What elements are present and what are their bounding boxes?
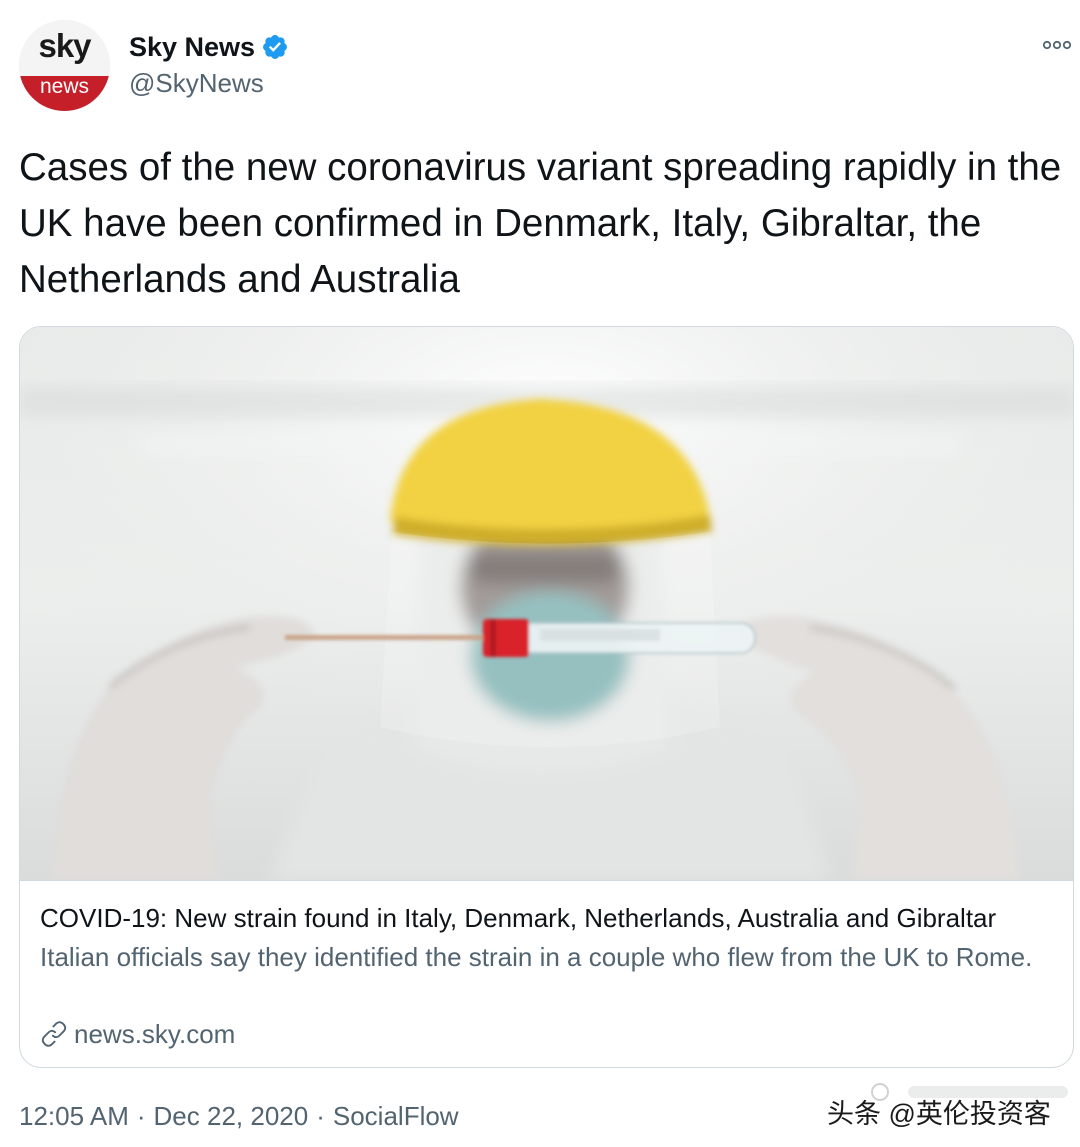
tweet-date[interactable]: Dec 22, 2020 <box>154 1101 309 1131</box>
author-name-row: Sky News <box>129 30 289 64</box>
watermark-text: 头条 @英伦投资客 <box>827 1099 1051 1129</box>
avatar[interactable]: sky news <box>19 20 110 111</box>
avatar-logo-top: sky <box>19 20 110 76</box>
tweet-text: Cases of the new coronavirus variant spr… <box>19 146 1062 301</box>
verified-badge-icon <box>263 35 288 59</box>
tweet-meta: 12:05 AM · Dec 22, 2020 · SocialFlow <box>19 1098 459 1134</box>
meta-separator: · <box>316 1101 325 1131</box>
tweet-time[interactable]: 12:05 AM <box>19 1101 129 1131</box>
avatar-logo-bottom: news <box>19 76 110 111</box>
card-description: Italian officials say they identified th… <box>40 942 1033 972</box>
card-domain-row[interactable]: news.sky.com <box>40 1016 235 1052</box>
card-image[interactable] <box>20 327 1074 880</box>
card-domain[interactable]: news.sky.com <box>74 1019 235 1050</box>
meta-separator: · <box>136 1101 146 1131</box>
link-card[interactable]: COVID-19: New strain found in Italy, Den… <box>19 326 1074 1068</box>
card-title[interactable]: COVID-19: New strain found in Italy, Den… <box>40 899 1055 937</box>
avatar-logo-news: news <box>39 75 90 98</box>
card-divider <box>20 880 1073 881</box>
author-handle[interactable]: @SkyNews <box>129 68 264 99</box>
author-display-name[interactable]: Sky News <box>129 32 255 63</box>
link-icon <box>41 1021 67 1047</box>
more-options-icon[interactable] <box>1040 30 1074 60</box>
avatar-logo-sky: sky <box>38 27 91 64</box>
tweet-source[interactable]: SocialFlow <box>333 1101 459 1131</box>
